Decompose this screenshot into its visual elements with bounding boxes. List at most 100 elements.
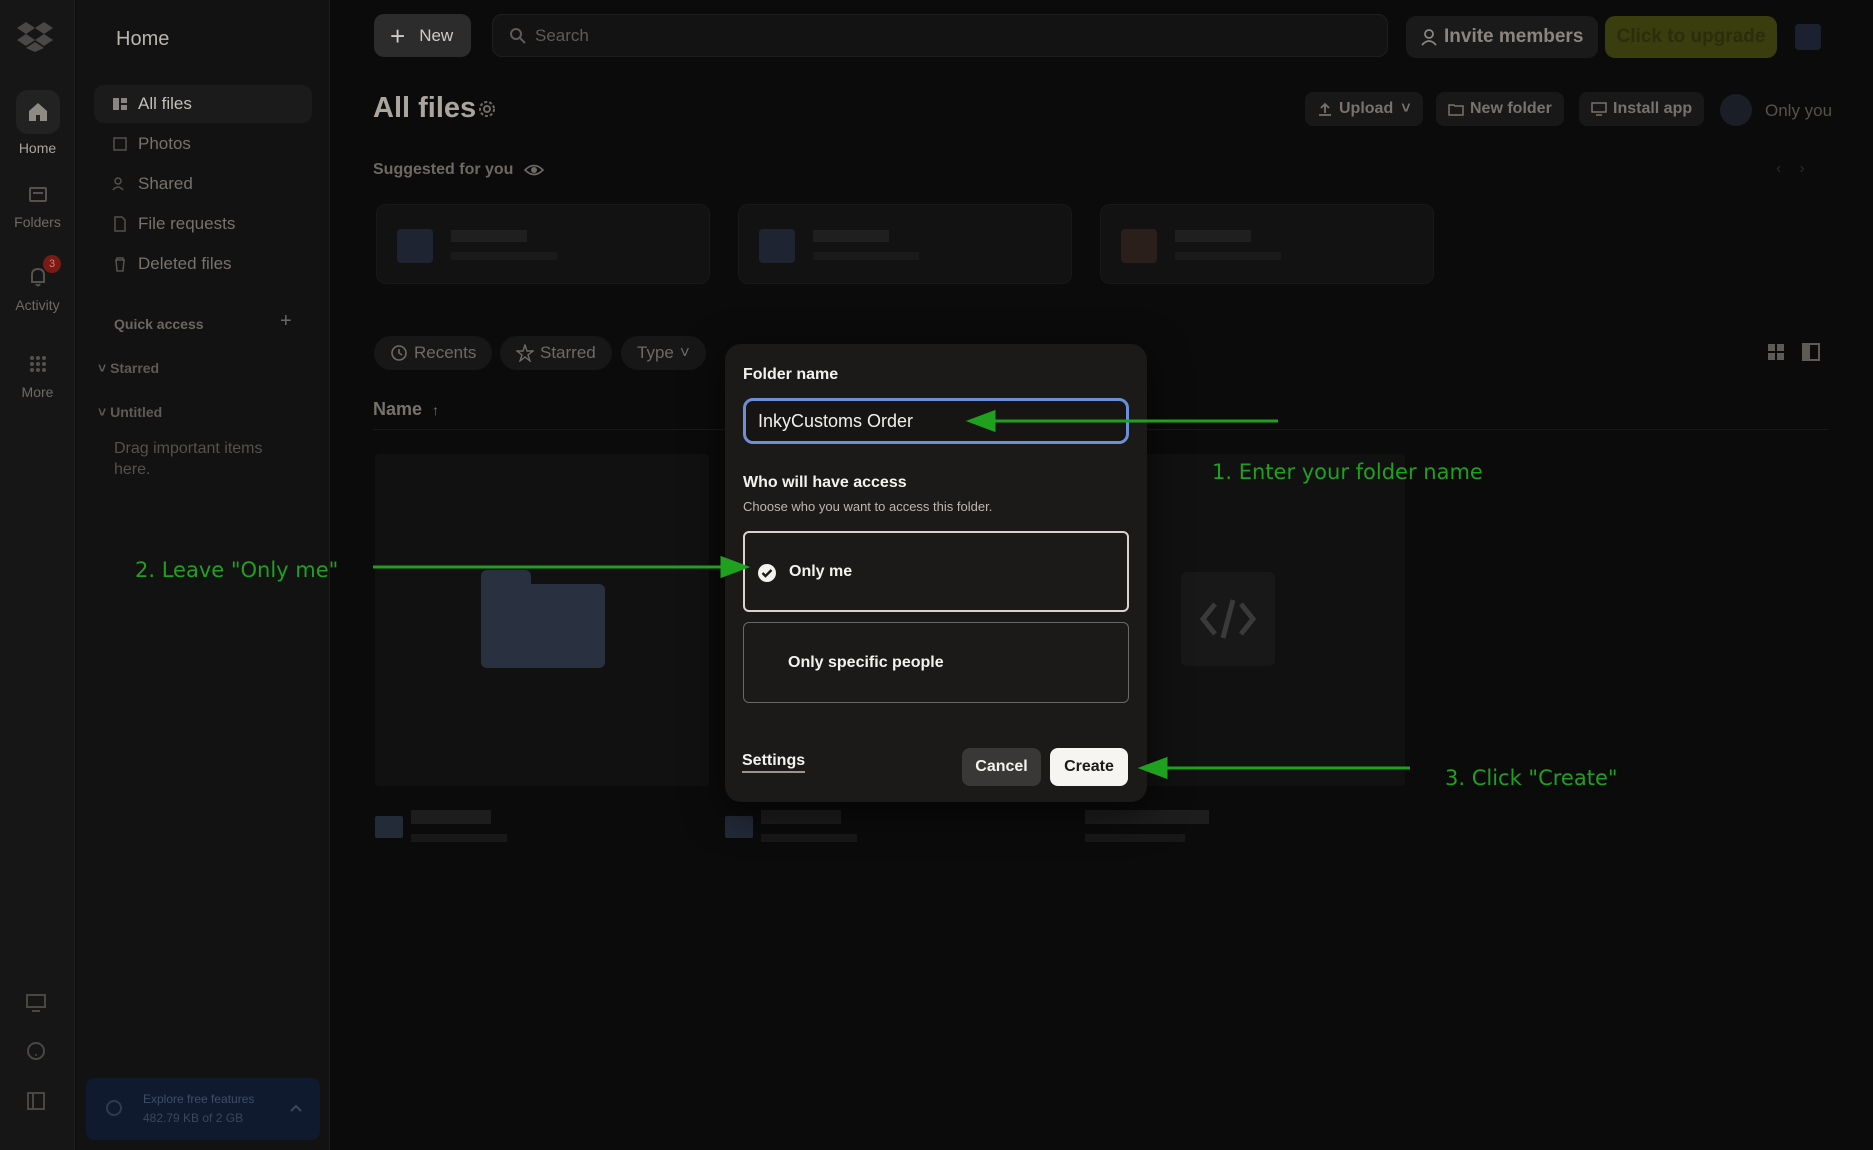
sidebar-item-photos[interactable]: Photos xyxy=(94,125,312,163)
file-meta-placeholder xyxy=(1175,252,1281,260)
starred-group-label: Starred xyxy=(110,360,160,376)
file-thumbnail xyxy=(1121,229,1157,263)
name-column-label: Name xyxy=(373,399,423,419)
suggested-heading: Suggested for you xyxy=(373,161,514,178)
sidebar-item-label: File requests xyxy=(138,214,236,233)
dropbox-logo-icon[interactable] xyxy=(17,20,53,52)
install-app-label: Install app xyxy=(1613,100,1693,117)
invite-members-button[interactable]: Invite members xyxy=(1406,16,1598,58)
folder-icon xyxy=(375,816,403,838)
new-folder-dialog: Folder name Who will have access Choose … xyxy=(725,344,1147,802)
starred-group[interactable]: ˅ Starred xyxy=(98,360,159,376)
install-app-button[interactable]: Install app xyxy=(1579,92,1705,126)
sidebar-item-file-requests[interactable]: File requests xyxy=(94,205,312,243)
type-filter[interactable]: Type ˅ xyxy=(621,336,706,370)
rail-folders-label: Folders xyxy=(14,214,61,230)
upload-button[interactable]: Upload ˅ xyxy=(1305,92,1423,126)
upload-icon xyxy=(1319,102,1331,116)
app-window: Home Folders 3 Activity More Home All fi… xyxy=(0,0,1873,1150)
folder-icon xyxy=(481,584,605,668)
sidebar-item-deleted-files[interactable]: Deleted files xyxy=(94,245,312,283)
eye-icon[interactable] xyxy=(524,161,544,179)
rail-home[interactable]: Home xyxy=(0,90,75,156)
suggested-card[interactable] xyxy=(738,204,1072,284)
rail-home-label: Home xyxy=(18,140,57,156)
chevron-right-icon[interactable]: › xyxy=(1799,160,1822,177)
access-option-only-me[interactable]: Only me xyxy=(743,531,1129,612)
search-input[interactable]: Search xyxy=(492,14,1388,57)
recents-filter-label: Recents xyxy=(414,343,477,362)
owner-label: Only you xyxy=(1765,101,1833,120)
untitled-group[interactable]: ˅ Untitled xyxy=(98,404,162,420)
file-meta-placeholder xyxy=(451,252,557,260)
search-icon xyxy=(510,27,526,44)
activity-badge: 3 xyxy=(43,255,61,273)
folder-name-label: Folder name xyxy=(743,366,839,383)
details-panel-icon[interactable] xyxy=(1801,342,1821,362)
starred-filter[interactable]: Starred xyxy=(500,336,612,370)
shared-icon xyxy=(112,177,124,191)
avatar[interactable] xyxy=(1795,24,1821,50)
new-button[interactable]: + New xyxy=(374,14,471,57)
cancel-button[interactable]: Cancel xyxy=(962,748,1041,786)
all-files-icon xyxy=(113,98,127,110)
access-option-specific-people[interactable]: Only specific people xyxy=(743,622,1129,703)
invite-members-label: Invite members xyxy=(1444,26,1584,47)
star-icon xyxy=(516,344,534,362)
gear-icon[interactable] xyxy=(477,99,497,119)
page-title: All files xyxy=(373,92,477,124)
rail-folders[interactable]: Folders xyxy=(0,180,75,230)
settings-link[interactable]: Settings xyxy=(742,752,806,773)
chevron-left-icon[interactable]: ‹ xyxy=(1776,160,1799,177)
suggested-card[interactable] xyxy=(1100,204,1434,284)
chevron-down-icon: ˅ xyxy=(98,360,111,376)
access-option-label: Only specific people xyxy=(788,653,944,671)
access-subtitle: Choose who you want to access this folde… xyxy=(743,499,993,514)
access-heading: Who will have access xyxy=(743,474,907,491)
sidebar-item-label: Photos xyxy=(138,134,191,153)
collapse-sidebar-icon[interactable] xyxy=(22,1087,50,1115)
sidebar-item-all-files[interactable]: All files xyxy=(94,85,312,123)
file-card-folder[interactable] xyxy=(375,454,709,786)
file-name-placeholder xyxy=(1175,230,1251,242)
file-thumbnail xyxy=(397,229,433,263)
suggested-card[interactable] xyxy=(376,204,710,284)
upgrade-button[interactable]: Click to upgrade xyxy=(1605,16,1777,58)
photos-icon xyxy=(113,137,127,151)
file-meta-placeholder xyxy=(411,834,507,842)
new-folder-button[interactable]: New folder xyxy=(1436,92,1564,126)
folder-name-input[interactable] xyxy=(743,398,1129,444)
file-name-placeholder xyxy=(761,810,841,824)
chevron-down-icon: ˅ xyxy=(679,343,690,362)
sidebar-item-shared[interactable]: Shared xyxy=(94,165,312,203)
annotation-step1: 1. Enter your folder name xyxy=(1212,460,1483,484)
sidebar-item-label: Deleted files xyxy=(138,254,232,273)
rail-more[interactable]: More xyxy=(0,350,75,400)
file-name-placeholder xyxy=(411,810,491,824)
storage-icon xyxy=(106,1100,122,1116)
file-thumbnail xyxy=(759,229,795,263)
name-column-header[interactable]: Name ↑ xyxy=(373,399,439,420)
untitled-group-label: Untitled xyxy=(110,404,163,420)
file-requests-icon xyxy=(114,216,126,232)
folders-icon xyxy=(28,187,47,202)
create-button[interactable]: Create xyxy=(1050,748,1128,786)
drag-hint: Drag important items here. xyxy=(114,440,263,478)
add-quick-access-plus-icon[interactable]: + xyxy=(280,310,292,333)
file-name-placeholder xyxy=(451,230,527,242)
suggested-nav[interactable]: ‹› xyxy=(1776,160,1823,178)
new-folder-label: New folder xyxy=(1470,100,1552,117)
help-icon[interactable] xyxy=(22,1037,50,1065)
monitor-icon xyxy=(1591,102,1607,116)
trash-icon xyxy=(115,257,125,272)
starred-filter-label: Starred xyxy=(540,343,596,362)
grid-view-icon[interactable] xyxy=(1766,342,1786,362)
rail-activity[interactable]: 3 Activity xyxy=(0,255,75,313)
rail-more-label: More xyxy=(21,384,54,400)
sidebar-item-label: All files xyxy=(138,94,192,113)
desktop-app-icon[interactable] xyxy=(22,989,50,1017)
recents-filter[interactable]: Recents xyxy=(374,336,493,370)
chevron-down-icon: ˅ xyxy=(98,404,111,420)
file-meta-placeholder xyxy=(1085,834,1185,842)
explore-features-panel[interactable]: Explore free features 482.79 KB of 2 GB xyxy=(86,1078,320,1140)
